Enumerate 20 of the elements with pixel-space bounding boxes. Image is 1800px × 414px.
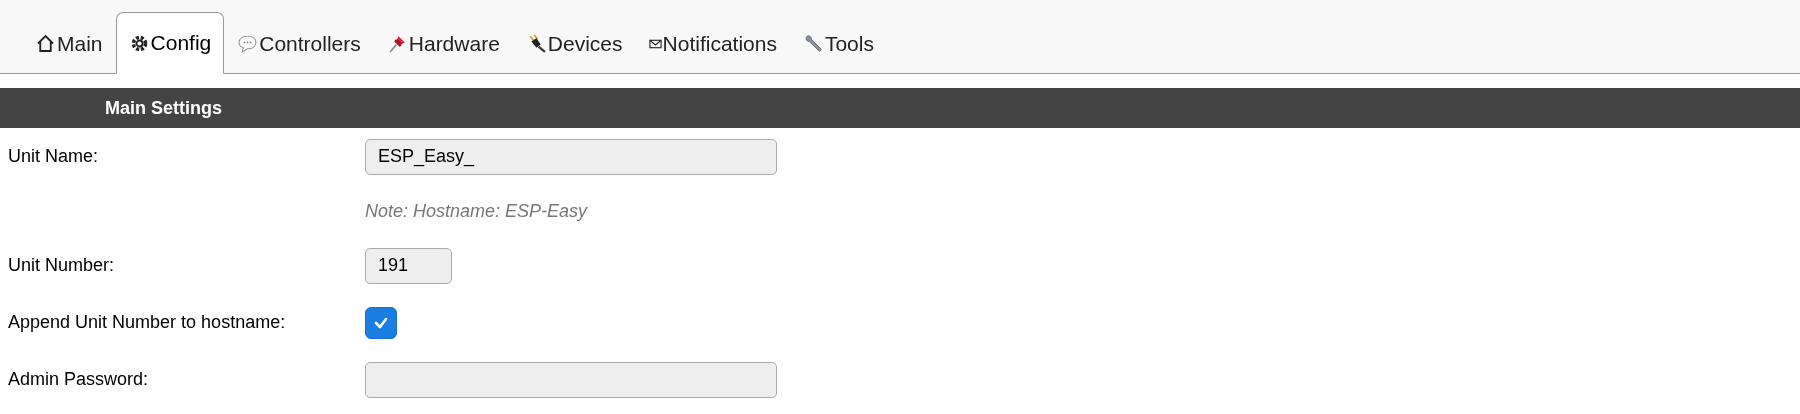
- nav-tab[interactable]: Main: [22, 12, 116, 74]
- checkbox[interactable]: [365, 306, 397, 339]
- field-label: Unit Number:: [8, 255, 116, 276]
- field-label: Append Unit Number to hostname:: [8, 312, 287, 333]
- field-label: Admin Password:: [8, 369, 150, 390]
- nav-tab[interactable]: Config: [115, 12, 225, 74]
- password-field[interactable]: [365, 361, 777, 398]
- speech-bubble-icon: [237, 33, 259, 54]
- envelope-icon: [648, 38, 662, 49]
- input-field[interactable]: 191: [365, 247, 452, 284]
- nav-tab[interactable]: Devices: [512, 12, 636, 74]
- nav-tab[interactable]: Controllers: [224, 12, 374, 74]
- nav-tab[interactable]: Hardware: [373, 12, 513, 74]
- input-field[interactable]: ESP_Easy_: [365, 138, 777, 175]
- nav-tab[interactable]: Notifications: [635, 12, 790, 74]
- house-icon: [35, 33, 56, 54]
- section-header: Main Settings: [0, 88, 1800, 128]
- field-label: Unit Name:: [8, 146, 100, 167]
- nav-tab[interactable]: Tools: [789, 12, 887, 74]
- hostname-note: Note: Hostname: ESP-Easy: [365, 200, 588, 222]
